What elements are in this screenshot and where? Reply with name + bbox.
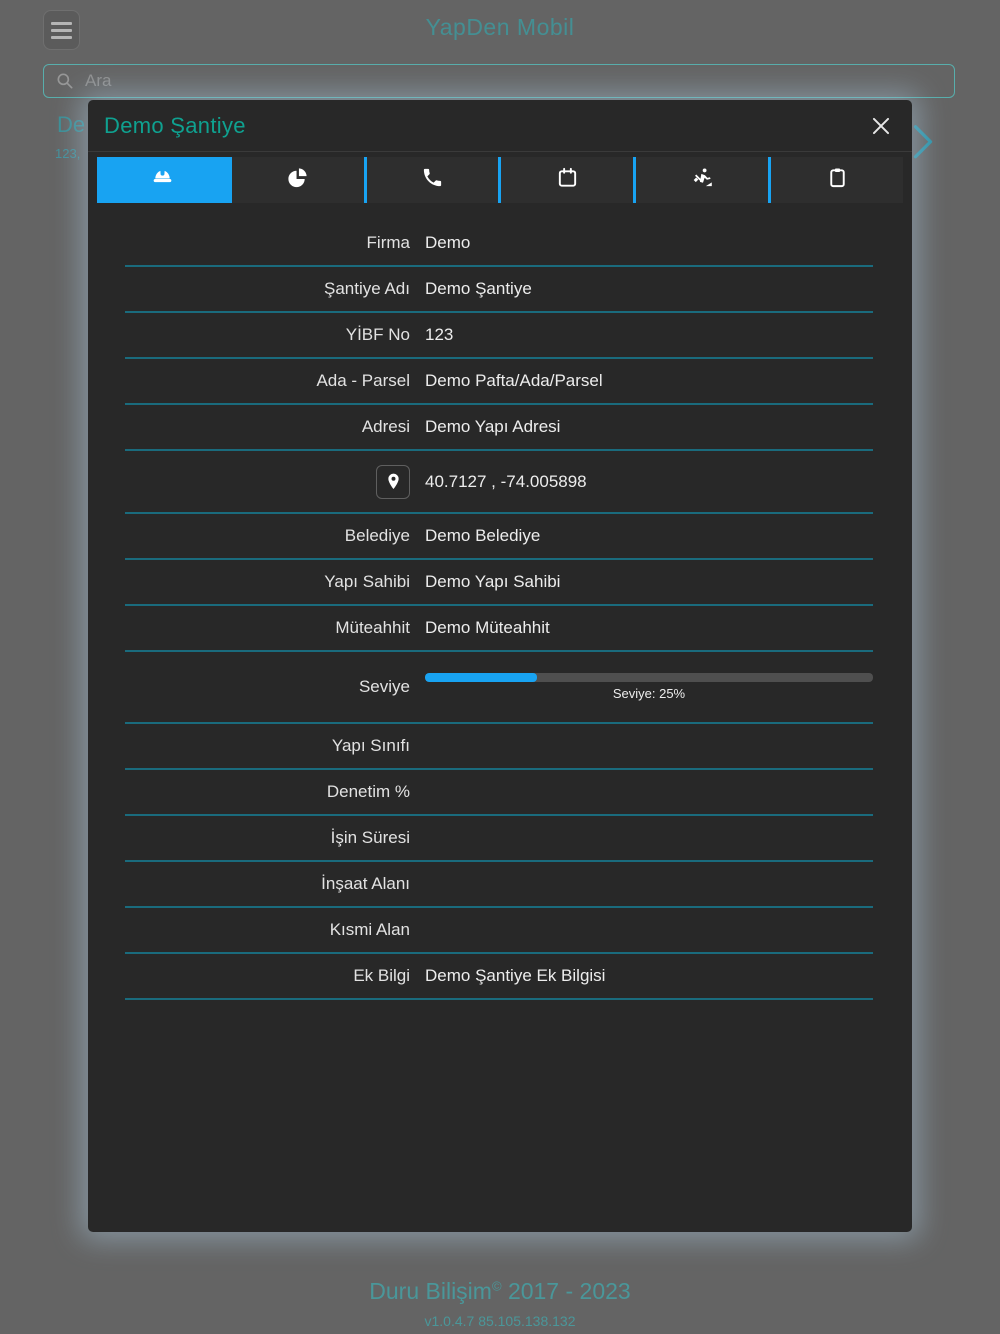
field-label: İnşaat Alanı: [321, 874, 410, 893]
modal-header: Demo Şantiye: [88, 100, 912, 152]
site-detail-modal: Demo Şantiye Firma Demo Şantiye Adı Demo Şa…: [88, 100, 912, 1232]
tab-calendar[interactable]: [498, 157, 634, 203]
field-list: Firma Demo Şantiye Adı Demo Şantiye YİBF No 1…: [88, 221, 912, 1000]
field-label: [125, 464, 410, 499]
search-icon: [55, 71, 75, 91]
location-pin-icon: [384, 472, 403, 491]
tab-works[interactable]: [633, 157, 769, 203]
field-label: Yapı Sınıfı: [331, 736, 410, 755]
progress-caption: Seviye: 25%: [612, 686, 686, 701]
field-row: Yapı Sınıfı: [125, 724, 873, 770]
phone-icon: [421, 166, 444, 194]
field-row: Seviye Seviye: 25%: [125, 652, 873, 724]
field-label: İşin Süresi: [330, 828, 410, 847]
field-label: Firma: [366, 233, 410, 252]
hard-hat-icon: [151, 166, 174, 194]
progress-bar: [425, 673, 873, 682]
progress-bar-fill: [425, 673, 537, 682]
chevron-right-icon[interactable]: [908, 123, 938, 161]
list-item-title: De: [57, 112, 86, 137]
field-row: Adresi Demo Yapı Adresi: [125, 405, 873, 451]
field-label: Seviye: [358, 677, 410, 696]
tab-statistics[interactable]: [228, 157, 364, 203]
field-value: Demo Belediye: [425, 526, 541, 545]
footer-copyright: Duru Bilişim© 2017 - 2023: [369, 1278, 631, 1304]
field-value: Demo: [425, 233, 471, 252]
tab-documents[interactable]: [768, 157, 903, 203]
field-row: Denetim %: [125, 770, 873, 816]
field-row: Müteahhit Demo Müteahhit: [125, 606, 873, 652]
modal-title: Demo Şantiye: [104, 112, 246, 138]
field-label: YİBF No: [345, 325, 410, 344]
tab-contacts[interactable]: [363, 157, 499, 203]
pie-chart-icon: [286, 166, 309, 194]
field-row: 40.7127 , -74.005898: [125, 451, 873, 514]
field-row: Ada - Parsel Demo Pafta/Ada/Parsel: [125, 359, 873, 405]
search-input[interactable]: [75, 65, 954, 97]
field-label: Yapı Sahibi: [324, 572, 410, 591]
field-label: Müteahhit: [335, 618, 410, 637]
field-value: Demo Yapı Adresi: [425, 417, 561, 436]
field-row: Kısmi Alan: [125, 908, 873, 954]
field-row: İşin Süresi: [125, 816, 873, 862]
clipboard-icon: [826, 166, 849, 194]
field-label: Adresi: [361, 417, 410, 436]
field-value: Demo Müteahhit: [425, 618, 550, 637]
field-value: Demo Şantiye Ek Bilgisi: [425, 966, 606, 985]
field-label: Ada - Parsel: [316, 371, 410, 390]
field-label: Kısmi Alan: [329, 920, 410, 939]
tab-site-info[interactable]: [97, 157, 229, 203]
field-row: Ek Bilgi Demo Şantiye Ek Bilgisi: [125, 954, 873, 1000]
close-icon[interactable]: [866, 111, 896, 141]
field-value: Demo Pafta/Ada/Parsel: [425, 371, 603, 390]
worker-digging-icon: [691, 166, 714, 194]
app-title: YapDen Mobil: [425, 14, 575, 40]
search-bar: [43, 64, 955, 98]
field-label: Ek Bilgi: [353, 966, 410, 985]
field-row: Belediye Demo Belediye: [125, 514, 873, 560]
field-row: YİBF No 123: [125, 313, 873, 359]
field-row: Şantiye Adı Demo Şantiye: [125, 267, 873, 313]
field-row: Firma Demo: [125, 221, 873, 267]
field-value: 123: [425, 325, 454, 344]
field-label: Denetim %: [326, 782, 410, 801]
modal-tab-bar: [97, 157, 903, 203]
list-item-subtitle: 123,: [55, 146, 81, 161]
calendar-icon: [556, 166, 579, 194]
field-value: Seviye: 25%: [425, 673, 873, 701]
field-value: Demo Yapı Sahibi: [425, 572, 561, 591]
field-label: Şantiye Adı: [323, 279, 410, 298]
field-row: İnşaat Alanı: [125, 862, 873, 908]
field-value: 40.7127 , -74.005898: [425, 471, 587, 491]
location-button[interactable]: [376, 464, 410, 499]
field-row: Yapı Sahibi Demo Yapı Sahibi: [125, 560, 873, 606]
field-value: Demo Şantiye: [425, 279, 532, 298]
footer-version: v1.0.4.7 85.105.138.132: [424, 1313, 576, 1329]
field-label: Belediye: [344, 526, 410, 545]
